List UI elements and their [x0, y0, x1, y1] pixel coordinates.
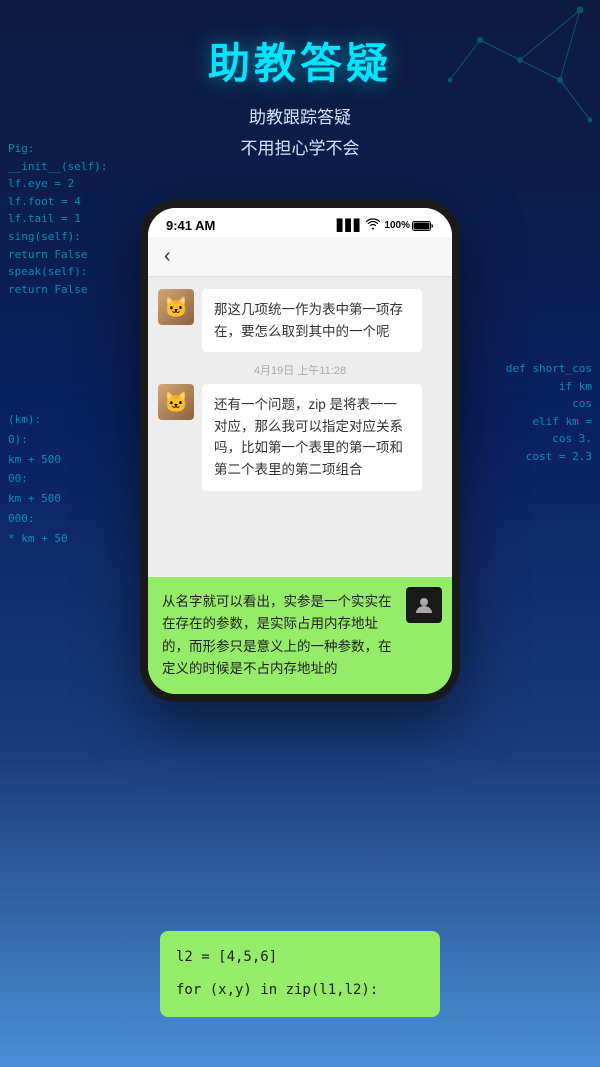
message-row: 🐱 还有一个问题，zip 是将表一一对应，那么我可以指定对应关系吗，比如第一个表… — [158, 384, 442, 490]
phone-screen: 9:41 AM ▋▋▋ 100% — [148, 208, 452, 694]
status-icons: ▋▋▋ 100% — [337, 218, 434, 233]
phone-frame: 9:41 AM ▋▋▋ 100% — [140, 200, 460, 702]
avatar: 🐱 — [158, 289, 194, 325]
teacher-avatar — [406, 587, 442, 623]
subtitle: 助教跟踪答疑 不用担心学不会 — [0, 103, 600, 164]
subtitle-line2: 不用担心学不会 — [0, 134, 600, 165]
chat-bubble: 还有一个问题，zip 是将表一一对应，那么我可以指定对应关系吗，比如第一个表里的… — [202, 384, 422, 490]
wifi-icon — [366, 218, 380, 233]
timestamp: 4月19日 上午11:28 — [158, 362, 442, 378]
signal-icon: ▋▋▋ — [337, 219, 362, 232]
reply-bubble: 从名字就可以看出，实参是一个实实在在存在的参数，是实际占用内存地址的，而形参只是… — [148, 577, 452, 694]
code-decoration-right: def short_cos if km cos elif km = cos 3.… — [506, 360, 600, 466]
code-line3: for (x,y) in zip(l1,l2): — [176, 978, 424, 1003]
reply-text: 从名字就可以看出，实参是一个实实在在存在的参数，是实际占用内存地址的，而形参只是… — [162, 591, 394, 680]
back-button[interactable]: ‹ — [164, 245, 171, 268]
avatar: 🐱 — [158, 384, 194, 420]
phone-mockup: 9:41 AM ▋▋▋ 100% — [140, 200, 460, 702]
status-time: 9:41 AM — [166, 218, 215, 233]
chat-bubble: 那这几项统一作为表中第一项存在，要怎么取到其中的一个呢 — [202, 289, 422, 352]
chat-header: ‹ — [148, 237, 452, 277]
battery-icon: 100% — [384, 220, 434, 232]
code-decoration-left-bottom: (km): 0): km + 500 00: km + 500 000: * k… — [0, 410, 68, 549]
subtitle-line1: 助教跟踪答疑 — [0, 103, 600, 134]
main-title: 助教答疑 — [0, 30, 600, 91]
message-row: 🐱 那这几项统一作为表中第一项存在，要怎么取到其中的一个呢 — [158, 289, 442, 352]
title-section: 助教答疑 助教跟踪答疑 不用担心学不会 — [0, 30, 600, 164]
chat-body: 🐱 那这几项统一作为表中第一项存在，要怎么取到其中的一个呢 4月19日 上午11… — [148, 277, 452, 577]
code-line1: l2 = [4,5,6] — [176, 945, 424, 970]
status-bar: 9:41 AM ▋▋▋ 100% — [148, 208, 452, 237]
code-bubble: l2 = [4,5,6] for (x,y) in zip(l1,l2): — [160, 931, 440, 1017]
